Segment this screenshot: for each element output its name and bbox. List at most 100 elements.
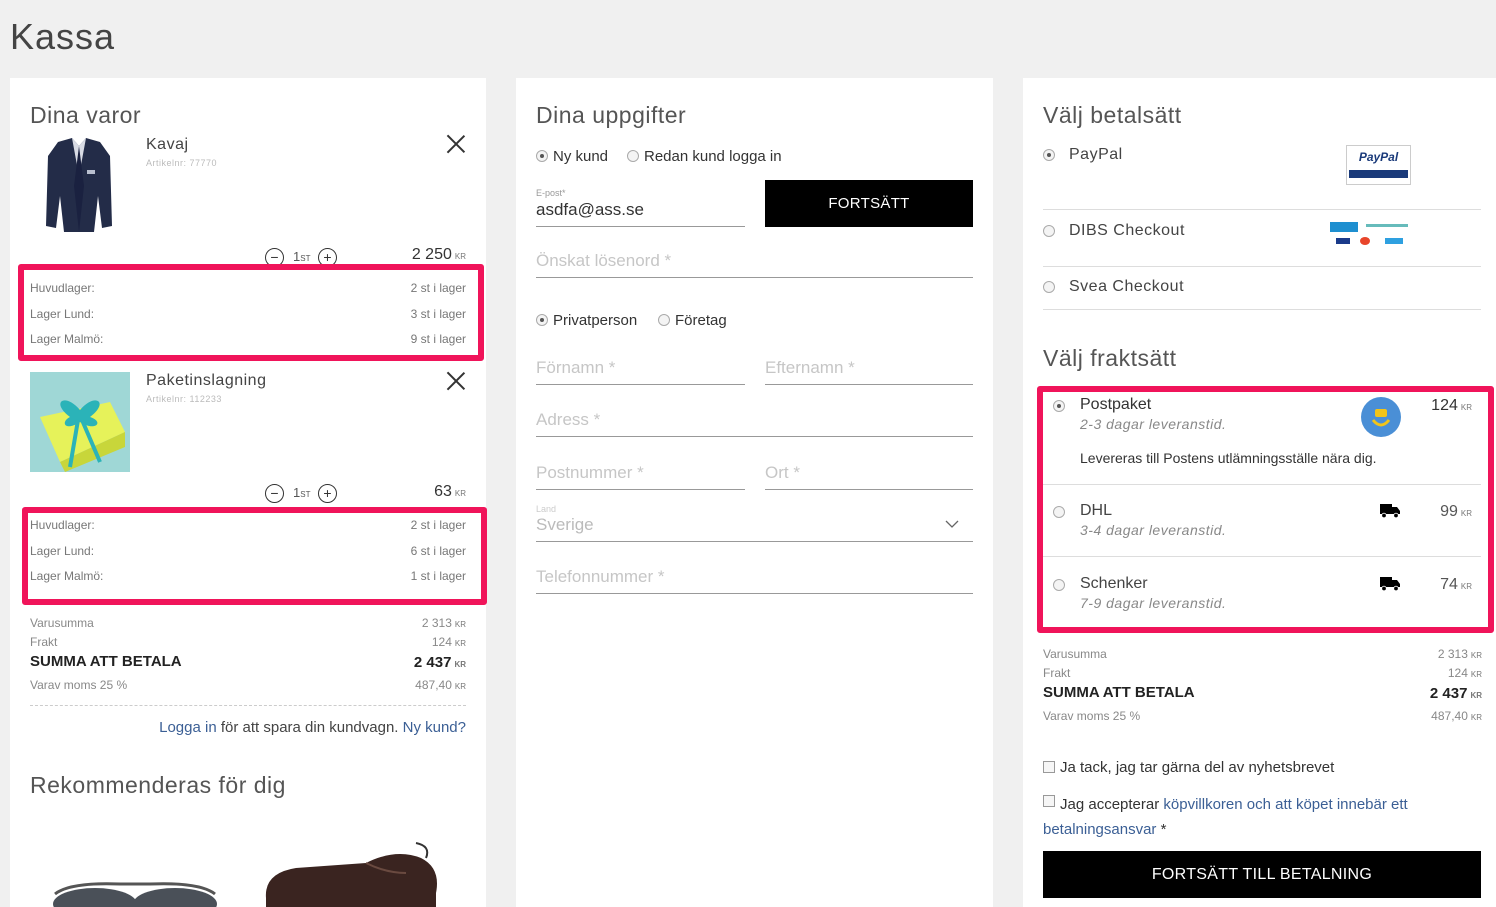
new-customer-link[interactable]: Ny kund? — [403, 719, 466, 736]
login-link[interactable]: Logga in — [159, 719, 217, 736]
paypal-label[interactable]: PayPal — [1069, 146, 1123, 164]
increase-qty-button[interactable]: + — [318, 484, 337, 503]
divider — [1043, 484, 1481, 485]
company-radio[interactable] — [658, 314, 670, 326]
zip-field[interactable]: Postnummer * — [536, 450, 745, 490]
recommend-heading: Rekommenderas för dig — [30, 772, 286, 798]
price-currency: KR — [454, 489, 466, 498]
dhl-name[interactable]: DHL — [1080, 502, 1112, 520]
zip-placeholder: Postnummer * — [536, 463, 644, 482]
item-name[interactable]: Kavaj — [146, 136, 189, 154]
price-value: 99 — [1440, 503, 1458, 520]
country-select[interactable]: Land Sverige — [536, 502, 973, 542]
stock-value: 6 st i lager — [410, 544, 466, 558]
item-article: Artikelnr: 112233 — [146, 394, 222, 404]
postnord-icon — [1361, 397, 1401, 437]
postpaket-note: Levereras till Postens utlämningsställe … — [1080, 450, 1377, 466]
dibs-label[interactable]: DIBS Checkout — [1069, 222, 1185, 240]
dhl-radio[interactable] — [1053, 506, 1065, 518]
vat-amount: 487,40 — [1431, 709, 1468, 723]
lastname-field[interactable]: Efternamn * — [765, 345, 973, 385]
paypal-logo-text: PayPal — [1358, 150, 1399, 164]
firstname-field[interactable]: Förnamn * — [536, 345, 745, 385]
divider — [1043, 266, 1481, 267]
currency: KR — [454, 660, 466, 669]
remove-item-button[interactable] — [446, 371, 466, 391]
new-customer-radio[interactable] — [536, 150, 548, 162]
vat-amount: 487,40 — [415, 678, 452, 692]
email-field[interactable]: E-post* asdfa@ass.se — [536, 186, 745, 227]
newsletter-checkbox[interactable] — [1043, 761, 1055, 773]
subtotal-amount: 2 313 — [421, 616, 452, 630]
kavaj-image[interactable] — [44, 136, 114, 234]
item-price: 63 KR — [434, 483, 466, 501]
city-field[interactable]: Ort * — [765, 450, 973, 490]
lastname-placeholder: Efternamn * — [765, 358, 855, 377]
private-person-radio[interactable] — [536, 314, 548, 326]
existing-customer-radio[interactable] — [627, 150, 639, 162]
remove-item-button[interactable] — [446, 134, 466, 154]
stock-value: 2 st i lager — [410, 281, 466, 295]
payment-heading: Välj betalsätt — [1043, 102, 1182, 128]
shoe-image[interactable] — [256, 838, 446, 907]
firstname-placeholder: Förnamn * — [536, 358, 616, 377]
shipping-heading: Välj fraktsätt — [1043, 345, 1177, 371]
svea-radio[interactable] — [1043, 281, 1055, 293]
city-placeholder: Ort * — [765, 463, 800, 482]
password-field[interactable]: Önskat lösenord * — [536, 238, 973, 278]
proceed-to-payment-button[interactable]: FORTSÄTT TILL BETALNING — [1043, 851, 1481, 898]
dibs-radio[interactable] — [1043, 225, 1055, 237]
schenker-eta: 7-9 dagar leveranstid. — [1080, 595, 1227, 611]
stock-row: Huvudlager: 2 st i lager — [30, 281, 466, 295]
phone-field[interactable]: Telefonnummer * — [536, 554, 973, 594]
vat-label: Varav moms 25 % — [30, 678, 128, 692]
private-person-label[interactable]: Privatperson — [553, 312, 637, 329]
existing-customer-label[interactable]: Redan kund logga in — [644, 148, 782, 165]
new-customer-label[interactable]: Ny kund — [553, 148, 608, 165]
vat-value: 487,40 KR — [415, 678, 466, 692]
sunglasses-image[interactable] — [50, 874, 220, 907]
newsletter-label[interactable]: Ja tack, jag tar gärna del av nyhetsbrev… — [1060, 759, 1334, 776]
total-value: 2 437 KR — [1430, 685, 1482, 702]
postpaket-radio[interactable] — [1053, 400, 1065, 412]
stock-value: 1 st i lager — [410, 569, 466, 583]
stock-row: Lager Lund: 6 st i lager — [30, 544, 466, 558]
item-name[interactable]: Paketinslagning — [146, 372, 266, 390]
stock-label: Lager Malmö: — [30, 332, 104, 346]
shipping-amount: 124 — [1447, 666, 1468, 680]
paypal-radio[interactable] — [1043, 149, 1055, 161]
terms-suffix: * — [1156, 821, 1167, 838]
total-amount: 2 437 — [1429, 685, 1468, 702]
total-value: 2 437 KR — [414, 654, 466, 671]
shipping-label: Frakt — [1043, 666, 1071, 680]
stock-label: Huvudlager: — [30, 518, 95, 532]
postpaket-price: 124 KR — [1431, 397, 1472, 415]
postpaket-name[interactable]: Postpaket — [1080, 396, 1151, 414]
gift-wrap-image[interactable] — [30, 372, 130, 472]
stock-label: Huvudlager: — [30, 281, 95, 295]
schenker-radio[interactable] — [1053, 579, 1065, 591]
item-qty: 1ST — [293, 485, 310, 500]
decrease-qty-button[interactable]: − — [265, 484, 284, 503]
stock-label: Lager Lund: — [30, 307, 95, 321]
continue-button[interactable]: FORTSÄTT — [765, 180, 973, 227]
email-value[interactable]: asdfa@ass.se — [536, 200, 644, 220]
svea-label[interactable]: Svea Checkout — [1069, 278, 1184, 296]
subtotal-label: Varusumma — [30, 616, 94, 630]
company-label[interactable]: Företag — [675, 312, 727, 329]
payment-panel: Välj betalsätt PayPal PayPal DIBS Checko… — [1023, 78, 1496, 907]
address-field[interactable]: Adress * — [536, 397, 973, 437]
divider — [30, 705, 466, 706]
shipping-label: Frakt — [30, 635, 58, 649]
price-value: 74 — [1440, 576, 1458, 593]
subtotal-amount: 2 313 — [1437, 647, 1468, 661]
terms-label: Jag accepterar köpvillkoren och att köpe… — [1043, 792, 1463, 842]
stock-value: 3 st i lager — [410, 307, 466, 321]
qty-unit: ST — [300, 490, 311, 499]
total-label: SUMMA ATT BETALA — [30, 653, 182, 670]
price-currency: KR — [1460, 509, 1472, 518]
login-prompt: Logga in för att spara din kundvagn. Ny … — [159, 719, 466, 736]
currency: KR — [1470, 651, 1482, 660]
price-value: 63 — [434, 483, 452, 500]
schenker-name[interactable]: Schenker — [1080, 575, 1148, 593]
